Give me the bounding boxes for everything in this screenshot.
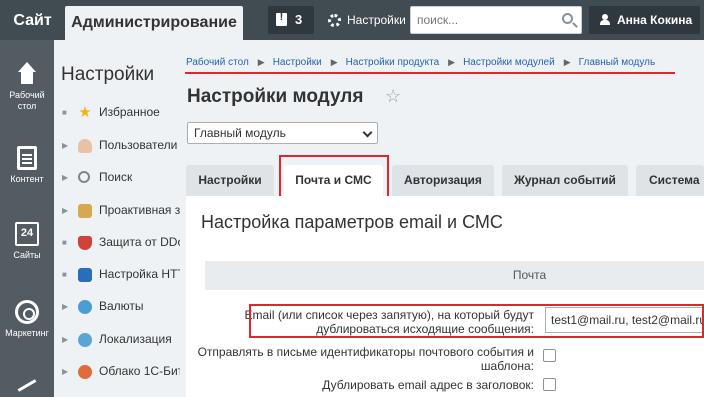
menu-item-label: Настройка HTT (99, 267, 180, 281)
rail-label: Сайты (13, 250, 41, 260)
notifications-button[interactable]: 3 (268, 6, 314, 34)
menu-item-label: Избранное (99, 105, 160, 119)
expand-arrow-icon[interactable]: ▶ (62, 206, 68, 215)
module-select-value: Главный модуль (194, 126, 286, 140)
menu-title: Настройки (61, 64, 155, 85)
admin-tab[interactable]: Администрирование (65, 6, 243, 40)
settings-menu: Настройки ■ ★ Избранное ▶ Пользователи ▶… (54, 40, 180, 397)
send-ids-label-line: Отправлять в письме идентификаторы почто… (197, 345, 534, 359)
breadcrumb-link[interactable]: Главный модуль (579, 57, 656, 68)
rail-item-marketing[interactable]: Маркетинг (0, 300, 54, 339)
search-input[interactable] (411, 7, 551, 33)
expand-arrow-icon[interactable]: ▶ (62, 302, 68, 311)
breadcrumb-link[interactable]: Настройки продукта (346, 57, 439, 68)
user-icon (78, 139, 92, 153)
breadcrumb-highlight (185, 72, 675, 74)
menu-item-search[interactable]: ▶ Поиск (54, 168, 180, 188)
menu-item-cloud[interactable]: ▶ Облако 1С-Бит (54, 362, 180, 382)
bullet-icon: ■ (62, 270, 67, 279)
star-icon: ★ (78, 104, 92, 121)
expand-arrow-icon[interactable]: ▶ (62, 173, 68, 182)
top-bar: Сайт Администрирование 3 Настройки Анна … (0, 0, 704, 40)
target-icon (15, 300, 39, 324)
panel-title: Настройка параметров email и СМС (201, 212, 503, 232)
shield-icon (78, 236, 92, 250)
rail-label: Маркетинг (5, 328, 49, 338)
favorite-star-icon[interactable]: ☆ (385, 86, 401, 107)
send-ids-label: Отправлять в письме идентификаторы почто… (198, 345, 534, 373)
search-box (410, 6, 582, 34)
chevron-down-icon (362, 127, 373, 138)
cloud-icon (78, 365, 92, 379)
breadcrumb-separator-icon: ▶ (448, 57, 456, 67)
menu-item-label: Локализация (99, 332, 172, 346)
menu-item-label: Пользователи (99, 138, 178, 152)
breadcrumb-separator-icon: ▶ (330, 57, 338, 67)
rail-item-desktop[interactable]: Рабочий стол (0, 62, 54, 112)
search-icon[interactable] (562, 13, 573, 24)
expand-arrow-icon[interactable]: ▶ (62, 141, 68, 150)
tab-system[interactable]: Система (636, 165, 704, 196)
tab-event-log[interactable]: Журнал событий (502, 165, 628, 196)
document-icon (17, 146, 37, 170)
breadcrumb-link[interactable]: Рабочий стол (186, 57, 249, 68)
expand-arrow-icon[interactable]: ▶ (62, 335, 68, 344)
menu-item-favorites[interactable]: ■ ★ Избранное (54, 103, 180, 123)
notification-icon (276, 11, 287, 26)
settings-link[interactable]: Настройки (328, 13, 406, 27)
breadcrumb-separator-icon: ▶ (257, 57, 265, 67)
menu-item-label: Проактивная з (99, 203, 180, 217)
menu-item-label: Облако 1С-Бит (99, 364, 180, 378)
bullet-icon: ■ (62, 108, 67, 117)
https-icon (78, 268, 92, 282)
calendar-icon (15, 222, 39, 246)
expand-arrow-icon[interactable]: ▶ (62, 367, 68, 376)
menu-item-https[interactable]: ■ Настройка HTT (54, 265, 180, 285)
send-ids-checkbox[interactable] (543, 349, 556, 362)
gear-icon (328, 13, 341, 27)
breadcrumb-link[interactable]: Настройки (273, 57, 322, 68)
rail-item-tools[interactable] (0, 374, 54, 397)
menu-item-label: Защита от DDo (99, 235, 180, 249)
section-title: Почта (512, 268, 547, 282)
search-icon (78, 171, 90, 183)
menu-item-label: Поиск (99, 170, 133, 184)
globe-icon (78, 333, 92, 347)
user-icon (600, 14, 610, 25)
rail-label: Контент (10, 174, 44, 184)
module-select[interactable]: Главный модуль (187, 122, 378, 144)
breadcrumb-separator-icon: ▶ (563, 57, 571, 67)
breadcrumb: Рабочий стол ▶ Настройки ▶ Настройки продукт… (186, 57, 655, 68)
settings-label: Настройки (347, 13, 406, 27)
user-menu[interactable]: Анна Кокина (589, 6, 700, 34)
rail-label: Рабочий стол (9, 90, 45, 111)
notifications-count: 3 (295, 12, 303, 27)
menu-item-localization[interactable]: ▶ Локализация (54, 330, 180, 350)
home-icon (15, 62, 39, 86)
tab-settings[interactable]: Настройки (186, 165, 274, 196)
send-ids-label-line: шаблона: (480, 359, 534, 373)
menu-item-proactive[interactable]: ▶ Проактивная з (54, 201, 180, 221)
user-name: Анна Кокина (617, 13, 693, 27)
breadcrumb-link[interactable]: Настройки модулей (463, 57, 555, 68)
dup-header-label: Дублировать email адрес в заголовок: (322, 378, 534, 392)
tools-icon (15, 374, 39, 397)
bullet-icon: ■ (62, 238, 67, 247)
lock-icon (78, 204, 92, 218)
email-field-highlight (249, 304, 704, 338)
tab-authorization[interactable]: Авторизация (392, 165, 494, 196)
rail-item-content[interactable]: Контент (0, 146, 54, 185)
coin-icon (78, 300, 92, 314)
left-rail: Рабочий стол Контент Сайты Маркетинг (0, 40, 54, 397)
menu-item-currency[interactable]: ▶ Валюты (54, 297, 180, 317)
dup-header-checkbox[interactable] (543, 378, 556, 391)
page-title: Настройки модуля (187, 86, 364, 107)
menu-item-users[interactable]: ▶ Пользователи (54, 136, 180, 156)
rail-item-sites[interactable]: Сайты (0, 222, 54, 261)
menu-item-ddos[interactable]: ■ Защита от DDo (54, 233, 180, 253)
site-tab[interactable]: Сайт (6, 6, 59, 36)
menu-item-label: Валюты (99, 299, 144, 313)
section-header: Почта (205, 261, 704, 290)
